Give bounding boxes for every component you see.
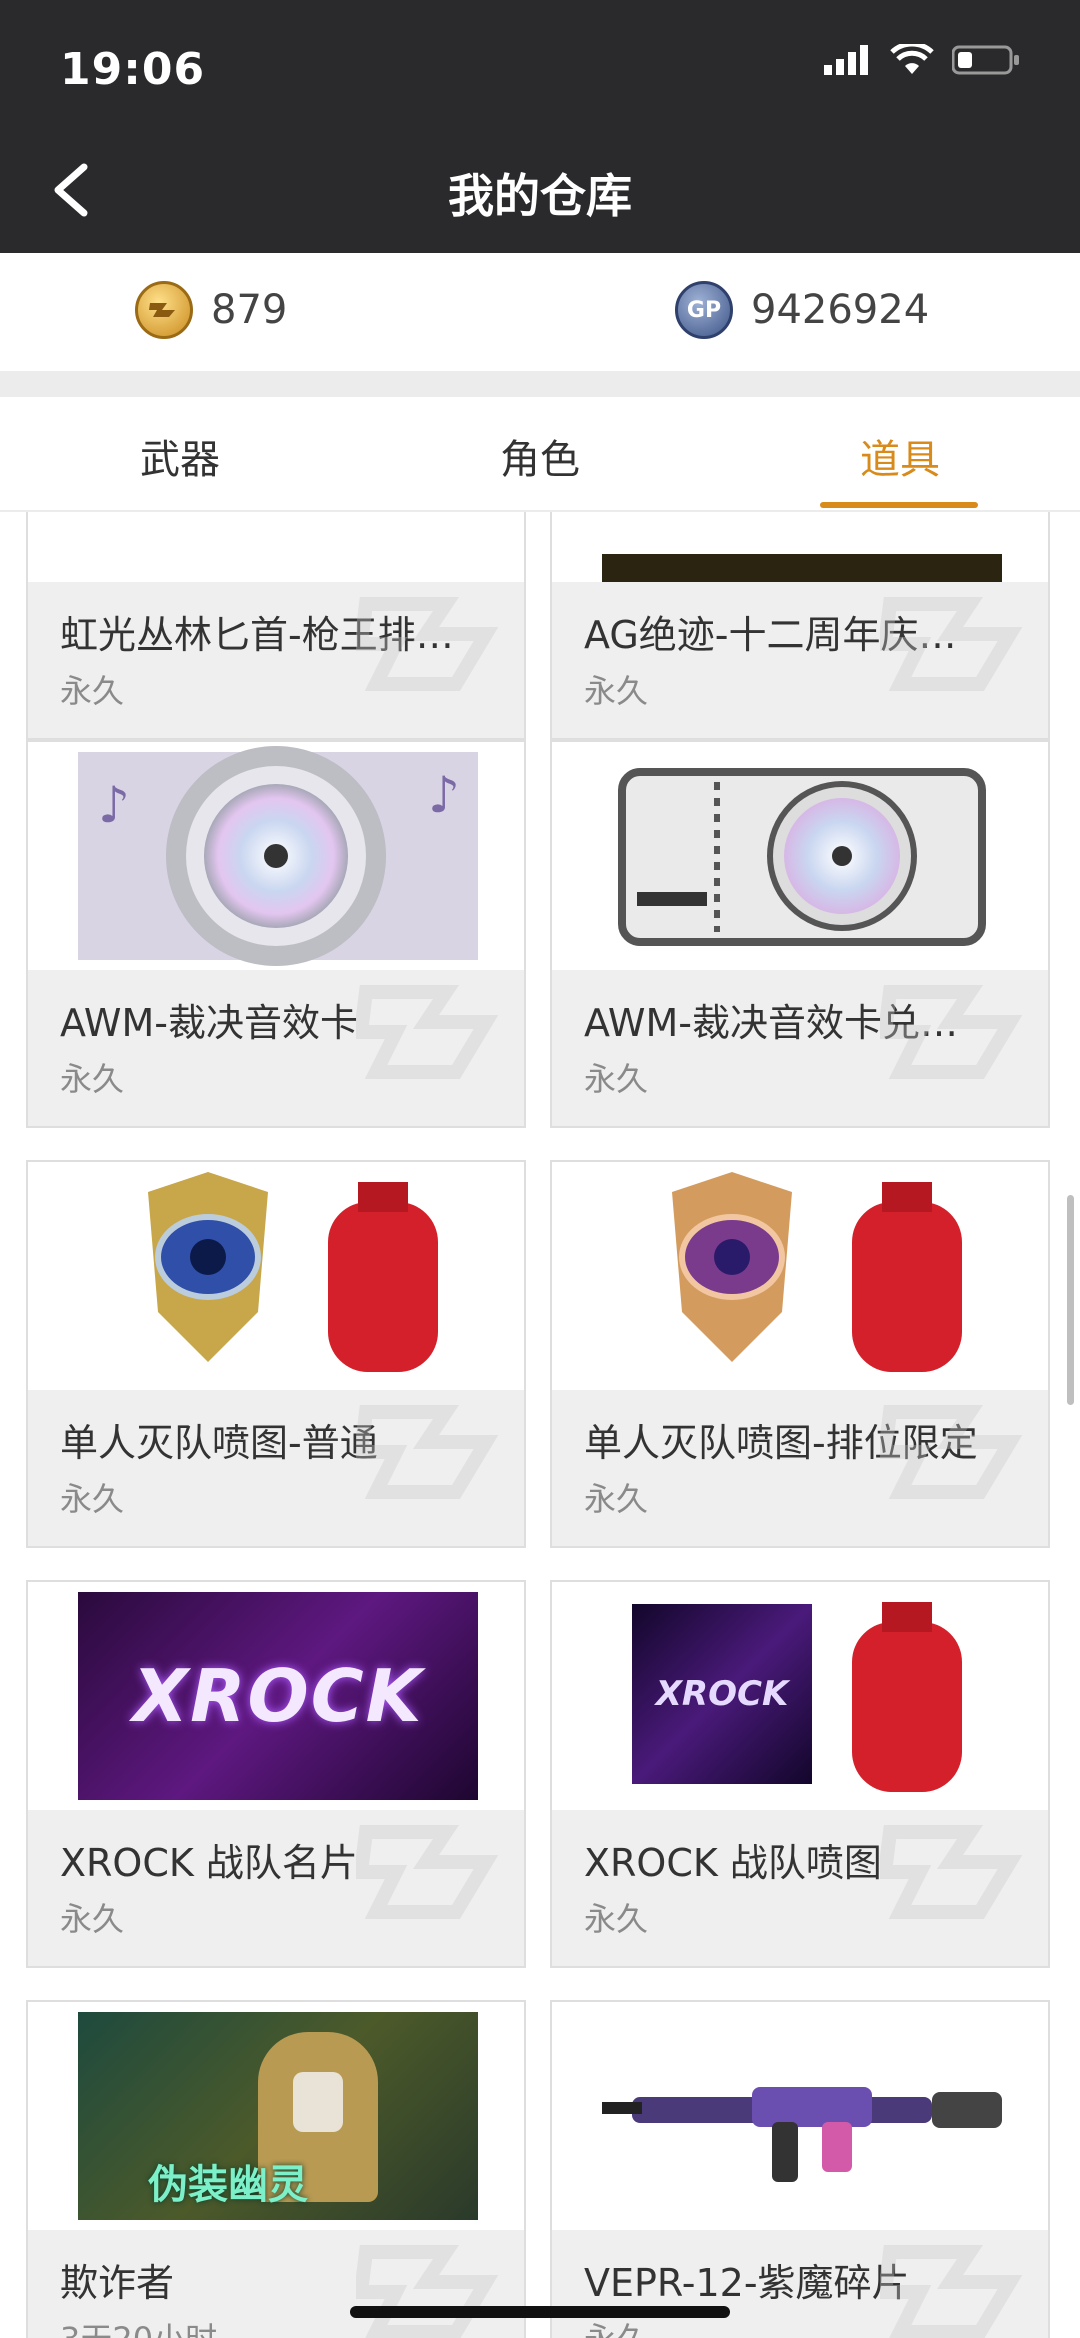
status-time: 19:06	[60, 44, 206, 95]
rifle-image	[552, 2002, 1048, 2230]
cf-watermark-icon	[880, 1825, 1023, 1919]
knife-partial-image	[28, 512, 524, 582]
item-card[interactable]: AG绝迹-十二周年庆… 永久	[550, 512, 1050, 740]
cf-watermark-icon	[880, 597, 1023, 691]
items-grid: 虹光丛林匕首-枪王排… 永久 AG绝迹-十二周年庆… 永久 ♪ ♪ AWM-裁决…	[0, 512, 1080, 2338]
signal-icon	[824, 45, 868, 75]
cf-watermark-icon	[356, 597, 499, 691]
gp-coin-icon: GP	[675, 281, 733, 339]
xrock-card-image: XROCK	[28, 1582, 524, 1810]
item-card[interactable]: ♪ ♪ AWM-裁决音效卡 永久	[26, 740, 526, 1128]
cf-watermark-icon	[880, 1405, 1023, 1499]
cf-watermark-icon	[356, 985, 499, 1079]
item-card[interactable]: VEPR-12-紫魔碎片 永久	[550, 2000, 1050, 2338]
cf-coin-icon	[135, 281, 193, 339]
disc-ticket-image	[552, 742, 1048, 970]
item-duration: 永久	[584, 1060, 649, 1098]
gp-value: 9426924	[751, 287, 930, 333]
item-duration: 永久	[584, 672, 649, 710]
battery-icon	[952, 45, 1019, 75]
page-title: 我的仓库	[448, 169, 632, 223]
top-bar: 19:06 我的仓库	[0, 0, 1080, 253]
item-card[interactable]: 伪装幽灵 欺诈者 3天20小时	[26, 2000, 526, 2338]
item-duration: 永久	[584, 1900, 649, 1938]
cf-coin-value: 879	[211, 287, 288, 333]
item-card[interactable]: XROCK XROCK 战队名片 永久	[26, 1580, 526, 1968]
home-indicator[interactable]	[350, 2306, 730, 2318]
item-duration: 永久	[60, 1900, 125, 1938]
item-duration: 永久	[584, 1480, 649, 1518]
tab-characters[interactable]: 角色	[500, 427, 580, 485]
item-card[interactable]: XROCK XROCK 战队喷图 永久	[550, 1580, 1050, 1968]
status-icons	[824, 44, 1020, 76]
item-card[interactable]: 虹光丛林匕首-枪王排… 永久	[26, 512, 526, 740]
status-bar: 19:06	[60, 34, 1020, 104]
character-image: 伪装幽灵	[28, 2002, 524, 2230]
item-duration: 永久	[60, 1480, 125, 1518]
currency-row: 879 GP 9426924	[0, 253, 1080, 371]
svg-text:♪: ♪	[98, 776, 130, 834]
cf-coin-balance: 879	[135, 281, 287, 339]
section-divider	[0, 371, 1080, 397]
item-duration: 3天20小时	[60, 2314, 217, 2338]
svg-text:♪: ♪	[428, 766, 460, 824]
item-duration: 永久	[60, 672, 125, 710]
cf-watermark-icon	[356, 2245, 499, 2338]
wifi-icon	[890, 44, 934, 74]
ag-banner-partial-image	[552, 512, 1048, 582]
cf-watermark-icon	[356, 1405, 499, 1499]
character-banner-text: 伪装幽灵	[148, 2162, 308, 2208]
emblem-spray-blue-image	[28, 1162, 524, 1390]
cf-watermark-icon	[356, 1825, 499, 1919]
active-tab-indicator	[820, 502, 978, 508]
scrollbar[interactable]	[1067, 1195, 1074, 1405]
item-card[interactable]: 单人灭队喷图-普通 永久	[26, 1160, 526, 1548]
music-disc-image: ♪ ♪	[28, 742, 524, 970]
item-card[interactable]: 单人灭队喷图-排位限定 永久	[550, 1160, 1050, 1548]
tab-bar: 武器 角色 道具	[0, 397, 1080, 512]
tab-items[interactable]: 道具	[860, 427, 940, 485]
cf-watermark-icon	[880, 2245, 1023, 2338]
tab-weapons[interactable]: 武器	[140, 427, 220, 485]
emblem-spray-gold-image	[552, 1162, 1048, 1390]
cf-watermark-icon	[880, 985, 1023, 1079]
xrock-spray-image: XROCK	[552, 1582, 1048, 1810]
item-card[interactable]: AWM-裁决音效卡兑… 永久	[550, 740, 1050, 1128]
item-duration: 永久	[60, 1060, 125, 1098]
gp-balance: GP 9426924	[675, 281, 929, 339]
xrock-logo-text: XROCK	[132, 1654, 424, 1738]
